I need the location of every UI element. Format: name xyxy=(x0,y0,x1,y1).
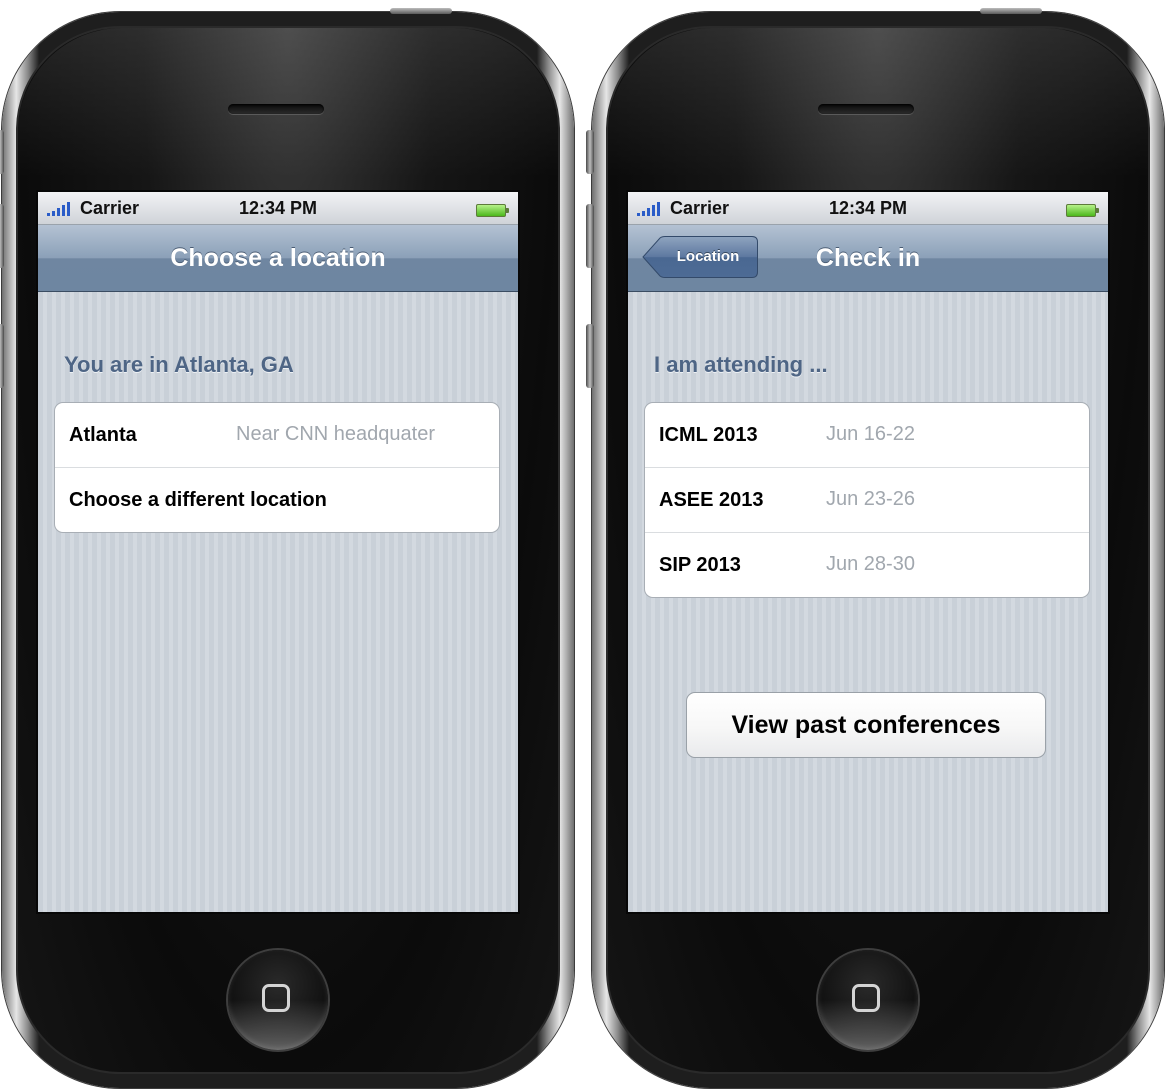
nav-title: Choose a location xyxy=(170,244,386,272)
back-button-location[interactable]: Location xyxy=(642,236,758,278)
status-bar: Carrier 12:34 PM xyxy=(628,192,1108,225)
view-past-conferences-button[interactable]: View past conferences xyxy=(686,692,1046,758)
row-detail: Jun 23-26 xyxy=(826,488,915,510)
row-title: ICML 2013 xyxy=(659,424,758,446)
status-time: 12:34 PM xyxy=(828,198,908,218)
volume-down-button xyxy=(0,324,4,388)
volume-down-button xyxy=(586,324,594,388)
home-button-icon[interactable] xyxy=(228,950,328,1050)
list-item-current-location[interactable]: Atlanta Near CNN headquater xyxy=(55,403,499,468)
list-item-choose-location[interactable]: Choose a different location xyxy=(55,468,499,532)
mute-switch xyxy=(0,130,4,174)
back-button-label: Location xyxy=(676,248,740,265)
conference-table: ICML 2013 Jun 16-22 ASEE 2013 Jun 23-26 … xyxy=(644,402,1090,598)
row-detail: Jun 28-30 xyxy=(826,553,915,575)
list-item-conference[interactable]: ASEE 2013 Jun 23-26 xyxy=(645,468,1089,533)
row-title: ASEE 2013 xyxy=(659,489,764,511)
status-bar: Carrier 12:34 PM xyxy=(38,192,518,225)
volume-up-button xyxy=(586,204,594,268)
list-item-conference[interactable]: ICML 2013 Jun 16-22 xyxy=(645,403,1089,468)
mute-switch xyxy=(586,130,594,174)
home-square-icon xyxy=(262,984,290,1012)
sleep-button xyxy=(980,8,1042,14)
screen-choose-location: Carrier 12:34 PM Choose a location You a… xyxy=(36,190,520,914)
section-header: I am attending ... xyxy=(654,352,828,377)
sleep-button xyxy=(390,8,452,14)
list-item-conference[interactable]: SIP 2013 Jun 28-30 xyxy=(645,533,1089,597)
navigation-bar: Choose a location xyxy=(38,225,518,292)
location-table: Atlanta Near CNN headquater Choose a dif… xyxy=(54,402,500,533)
section-header: You are in Atlanta, GA xyxy=(64,352,294,377)
status-time: 12:34 PM xyxy=(238,198,318,218)
navigation-bar: Check in Location xyxy=(628,225,1108,292)
row-detail: Jun 16-22 xyxy=(826,423,915,445)
battery-icon xyxy=(476,204,509,217)
screen-check-in: Carrier 12:34 PM Check in Location I am … xyxy=(626,190,1110,914)
earpiece-speaker xyxy=(818,104,914,114)
row-title: Choose a different location xyxy=(69,489,327,511)
home-square-icon xyxy=(852,984,880,1012)
home-button-icon[interactable] xyxy=(818,950,918,1050)
row-detail: Near CNN headquater xyxy=(236,423,435,445)
row-title: SIP 2013 xyxy=(659,554,741,576)
row-title: Atlanta xyxy=(69,424,137,446)
earpiece-speaker xyxy=(228,104,324,114)
phone-frame-left: Carrier 12:34 PM Choose a location You a… xyxy=(0,8,574,1088)
battery-icon xyxy=(1066,204,1099,217)
volume-up-button xyxy=(0,204,4,268)
phone-frame-right: Carrier 12:34 PM Check in Location I am … xyxy=(586,8,1164,1088)
